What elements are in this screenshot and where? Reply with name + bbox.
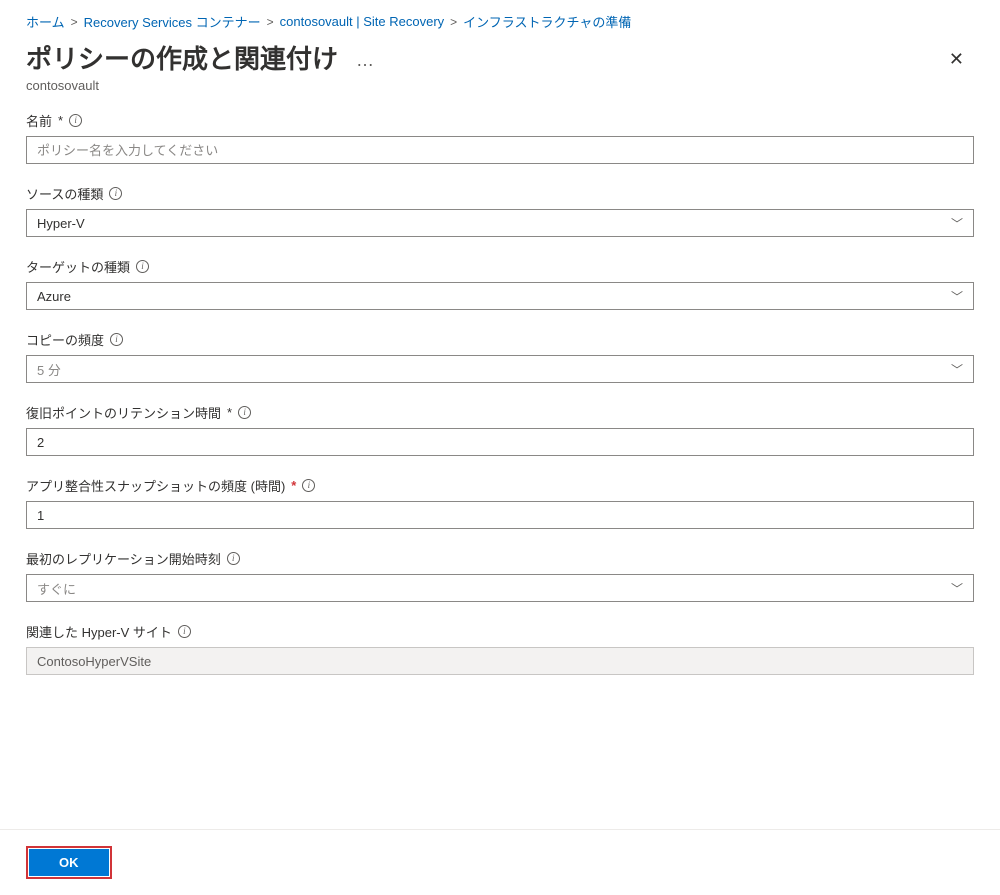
- source-type-value: Hyper-V: [37, 216, 85, 231]
- start-time-select[interactable]: すぐに ﹀: [26, 574, 974, 602]
- required-mark: *: [227, 405, 232, 420]
- copy-frequency-value: 5 分: [37, 360, 61, 379]
- breadcrumb-vault[interactable]: contosovault | Site Recovery: [280, 14, 445, 29]
- field-name: 名前 * i: [26, 111, 974, 164]
- field-source-type: ソースの種類 i Hyper-V ﹀: [26, 184, 974, 237]
- source-type-select[interactable]: Hyper-V ﹀: [26, 209, 974, 237]
- breadcrumb: ホーム > Recovery Services コンテナー > contosov…: [0, 0, 1000, 39]
- chevron-down-icon: ﹀: [951, 288, 963, 305]
- page-title: ポリシーの作成と関連付け: [26, 39, 338, 76]
- breadcrumb-home[interactable]: ホーム: [26, 12, 65, 31]
- field-copy-frequency: コピーの頻度 i 5 分 ﹀: [26, 330, 974, 383]
- info-icon[interactable]: i: [110, 333, 123, 346]
- policy-form: 名前 * i ソースの種類 i Hyper-V ﹀ ターゲットの種類 i Azu…: [0, 93, 1000, 705]
- retention-label: 復旧ポイントのリテンション時間: [26, 403, 221, 422]
- field-target-type: ターゲットの種類 i Azure ﹀: [26, 257, 974, 310]
- ok-button[interactable]: OK: [29, 849, 109, 876]
- info-icon[interactable]: i: [178, 625, 191, 638]
- info-icon[interactable]: i: [136, 260, 149, 273]
- chevron-right-icon: >: [450, 15, 457, 29]
- app-snapshot-label: アプリ整合性スナップショットの頻度 (時間): [26, 476, 285, 495]
- chevron-down-icon: ﹀: [951, 215, 963, 232]
- required-mark-red: *: [291, 478, 296, 493]
- info-icon[interactable]: i: [302, 479, 315, 492]
- more-icon[interactable]: …: [356, 44, 374, 71]
- retention-input[interactable]: [26, 428, 974, 456]
- chevron-down-icon: ﹀: [951, 580, 963, 597]
- field-hyperv-site: 関連した Hyper-V サイト i: [26, 622, 974, 675]
- info-icon[interactable]: i: [69, 114, 82, 127]
- chevron-down-icon: ﹀: [951, 361, 963, 378]
- hyperv-site-input: [26, 647, 974, 675]
- start-time-label: 最初のレプリケーション開始時刻: [26, 549, 221, 568]
- target-type-label: ターゲットの種類: [26, 257, 130, 276]
- hyperv-site-label: 関連した Hyper-V サイト: [26, 622, 172, 641]
- breadcrumb-prep[interactable]: インフラストラクチャの準備: [463, 12, 631, 31]
- footer: OK: [0, 829, 1000, 895]
- copy-frequency-select[interactable]: 5 分 ﹀: [26, 355, 974, 383]
- name-label: 名前: [26, 111, 52, 130]
- breadcrumb-vaults[interactable]: Recovery Services コンテナー: [84, 12, 261, 31]
- field-start-time: 最初のレプリケーション開始時刻 i すぐに ﹀: [26, 549, 974, 602]
- close-button[interactable]: ✕: [939, 39, 974, 80]
- start-time-value: すぐに: [37, 579, 76, 598]
- info-icon[interactable]: i: [227, 552, 240, 565]
- copy-frequency-label: コピーの頻度: [26, 330, 104, 349]
- field-retention: 復旧ポイントのリテンション時間 * i: [26, 403, 974, 456]
- target-type-value: Azure: [37, 289, 71, 304]
- ok-highlight: OK: [26, 846, 112, 879]
- required-mark: *: [58, 113, 63, 128]
- chevron-right-icon: >: [71, 15, 78, 29]
- source-type-label: ソースの種類: [26, 184, 103, 203]
- info-icon[interactable]: i: [109, 187, 122, 200]
- name-input[interactable]: [26, 136, 974, 164]
- title-block: ポリシーの作成と関連付け … contosovault: [26, 39, 374, 93]
- info-icon[interactable]: i: [238, 406, 251, 419]
- app-snapshot-input[interactable]: [26, 501, 974, 529]
- target-type-select[interactable]: Azure ﹀: [26, 282, 974, 310]
- field-app-snapshot: アプリ整合性スナップショットの頻度 (時間) * i: [26, 476, 974, 529]
- page-header: ポリシーの作成と関連付け … contosovault ✕: [0, 39, 1000, 93]
- chevron-right-icon: >: [267, 15, 274, 29]
- page-subtitle: contosovault: [26, 78, 374, 93]
